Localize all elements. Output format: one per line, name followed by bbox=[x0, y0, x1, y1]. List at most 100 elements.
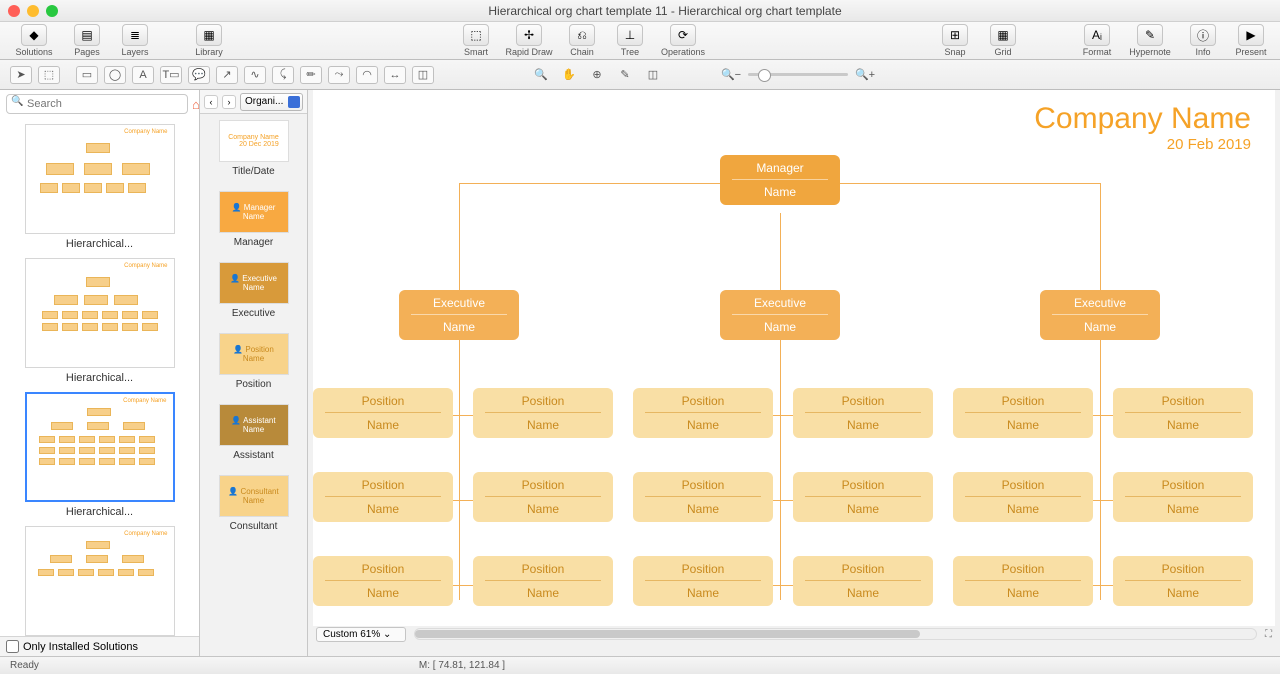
eraser-icon[interactable]: ◫ bbox=[642, 66, 664, 84]
shapes-panel: ‹ › Organi... Company Name20 Dec 2019 Ti… bbox=[200, 90, 308, 656]
tree-button[interactable]: ⊥Tree bbox=[607, 24, 653, 57]
template-thumb-3[interactable]: Company Name Hierarchical... bbox=[6, 392, 193, 518]
position-node[interactable]: PositionName bbox=[793, 388, 933, 438]
shape-position[interactable]: 👤 PositionName Position bbox=[204, 333, 303, 390]
canvas-area: Company Name 20 Feb 2019 ManagerNam bbox=[308, 90, 1280, 656]
lib-back-button[interactable]: ‹ bbox=[204, 95, 218, 109]
main-toolbar: ◆Solutions ▤Pages ≣Layers ▦Library ⬚Smar… bbox=[0, 22, 1280, 60]
position-node[interactable]: PositionName bbox=[1113, 556, 1253, 606]
secondary-toolbar: ➤ ⬚ ▭ ◯ A T▭ 💬 ↗ ∿ ⤹ ✏ ⤳ ◠ ↔ ◫ 🔍 ✋ ⊕ ✎ ◫… bbox=[0, 60, 1280, 90]
pages-button[interactable]: ▤Pages bbox=[64, 24, 110, 57]
zoom-icon[interactable] bbox=[46, 5, 58, 17]
marquee-tool[interactable]: ⬚ bbox=[38, 66, 60, 84]
hypernote-button[interactable]: ✎Hypernote bbox=[1122, 24, 1178, 57]
template-thumb-1[interactable]: Company Name Hierarchical... bbox=[6, 124, 193, 250]
position-node[interactable]: PositionName bbox=[313, 472, 453, 522]
zoom-tool-icon[interactable]: 🔍 bbox=[530, 66, 552, 84]
chart-date[interactable]: 20 Feb 2019 bbox=[1034, 136, 1251, 153]
position-node[interactable]: PositionName bbox=[953, 472, 1093, 522]
info-button[interactable]: ⓘInfo bbox=[1180, 24, 1226, 57]
present-button[interactable]: ▶Present bbox=[1228, 24, 1274, 57]
titlebar: Hierarchical org chart template 11 - Hie… bbox=[0, 0, 1280, 22]
search-input[interactable] bbox=[6, 94, 188, 114]
ellipse-tool[interactable]: ◯ bbox=[104, 66, 126, 84]
lib-selector[interactable]: Organi... bbox=[240, 93, 303, 111]
zoom-select[interactable]: Custom 61% ⌄ bbox=[316, 627, 406, 642]
status-coord: M: [ 74.81, 121.84 ] bbox=[419, 660, 505, 671]
stamp-tool-icon[interactable]: ⊕ bbox=[586, 66, 608, 84]
position-node[interactable]: PositionName bbox=[633, 556, 773, 606]
company-name[interactable]: Company Name bbox=[1034, 102, 1251, 136]
connector bbox=[459, 183, 460, 293]
line-tool[interactable]: ↗ bbox=[216, 66, 238, 84]
position-node[interactable]: PositionName bbox=[793, 556, 933, 606]
curve-tool[interactable]: ⤹ bbox=[272, 66, 294, 84]
shape-tool[interactable]: ◫ bbox=[412, 66, 434, 84]
position-node[interactable]: PositionName bbox=[313, 556, 453, 606]
operations-button[interactable]: ⟳Operations bbox=[655, 24, 711, 57]
shape-manager[interactable]: 👤 ManagerName Manager bbox=[204, 191, 303, 248]
executive-node[interactable]: ExecutiveName bbox=[720, 290, 840, 340]
position-node[interactable]: PositionName bbox=[793, 472, 933, 522]
zoom-in-icon[interactable]: 🔍+ bbox=[854, 66, 876, 84]
zoom-out-icon[interactable]: 🔍− bbox=[720, 66, 742, 84]
text-tool[interactable]: A bbox=[132, 66, 154, 84]
h-scrollbar[interactable] bbox=[414, 628, 1257, 640]
connector bbox=[780, 340, 781, 600]
window-controls bbox=[8, 5, 58, 17]
template-thumb-4[interactable]: Company Name Hierarchical... bbox=[6, 526, 193, 636]
shape-consultant[interactable]: 👤 ConsultantName Consultant bbox=[204, 475, 303, 532]
executive-node[interactable]: ExecutiveName bbox=[1040, 290, 1160, 340]
canvas[interactable]: Company Name 20 Feb 2019 ManagerNam bbox=[313, 90, 1275, 626]
brush-tool[interactable]: ✏ bbox=[300, 66, 322, 84]
position-node[interactable]: PositionName bbox=[473, 472, 613, 522]
shape-title-date[interactable]: Company Name20 Dec 2019 Title/Date bbox=[204, 120, 303, 177]
format-button[interactable]: AᵢFormat bbox=[1074, 24, 1120, 57]
callout-tool[interactable]: 💬 bbox=[188, 66, 210, 84]
minimize-icon[interactable] bbox=[27, 5, 39, 17]
dimension-tool[interactable]: ↔ bbox=[384, 66, 406, 84]
connector bbox=[459, 340, 460, 600]
shape-assistant[interactable]: 👤 AssistantName Assistant bbox=[204, 404, 303, 461]
snap-button[interactable]: ⊞Snap bbox=[932, 24, 978, 57]
freehand-tool[interactable]: ∿ bbox=[244, 66, 266, 84]
library-button[interactable]: ▦Library bbox=[186, 24, 232, 57]
textbox-tool[interactable]: T▭ bbox=[160, 66, 182, 84]
position-node[interactable]: PositionName bbox=[633, 472, 773, 522]
arc-tool[interactable]: ◠ bbox=[356, 66, 378, 84]
layers-button[interactable]: ≣Layers bbox=[112, 24, 158, 57]
eyedropper-icon[interactable]: ✎ bbox=[614, 66, 636, 84]
position-node[interactable]: PositionName bbox=[473, 388, 613, 438]
manager-node[interactable]: ManagerName bbox=[720, 155, 840, 205]
templates-panel: ⌂ Company Name Hierarchical... Company N… bbox=[0, 90, 200, 656]
position-node[interactable]: PositionName bbox=[473, 556, 613, 606]
position-node[interactable]: PositionName bbox=[953, 388, 1093, 438]
connector-tool[interactable]: ⤳ bbox=[328, 66, 350, 84]
zoom-slider[interactable] bbox=[748, 73, 848, 76]
chain-button[interactable]: ⎌Chain bbox=[559, 24, 605, 57]
connector bbox=[1100, 340, 1101, 600]
close-icon[interactable] bbox=[8, 5, 20, 17]
lib-fwd-button[interactable]: › bbox=[222, 95, 236, 109]
pan-tool-icon[interactable]: ✋ bbox=[558, 66, 580, 84]
template-thumb-2[interactable]: Company Name Hierarchical... bbox=[6, 258, 193, 384]
only-installed-row[interactable]: Only Installed Solutions bbox=[0, 636, 199, 656]
fit-icon[interactable]: ⛶ bbox=[1265, 629, 1272, 640]
only-installed-checkbox[interactable] bbox=[6, 640, 19, 653]
home-icon[interactable]: ⌂ bbox=[192, 97, 200, 112]
solutions-button[interactable]: ◆Solutions bbox=[6, 24, 62, 57]
position-node[interactable]: PositionName bbox=[1113, 388, 1253, 438]
shape-executive[interactable]: 👤 ExecutiveName Executive bbox=[204, 262, 303, 319]
pointer-tool[interactable]: ➤ bbox=[10, 66, 32, 84]
template-list: Company Name Hierarchical... Company Nam… bbox=[0, 118, 199, 636]
executive-node[interactable]: ExecutiveName bbox=[399, 290, 519, 340]
rect-tool[interactable]: ▭ bbox=[76, 66, 98, 84]
position-node[interactable]: PositionName bbox=[953, 556, 1093, 606]
smart-button[interactable]: ⬚Smart bbox=[453, 24, 499, 57]
grid-button[interactable]: ▦Grid bbox=[980, 24, 1026, 57]
statusbar: Ready M: [ 74.81, 121.84 ] bbox=[0, 656, 1280, 674]
position-node[interactable]: PositionName bbox=[313, 388, 453, 438]
position-node[interactable]: PositionName bbox=[1113, 472, 1253, 522]
position-node[interactable]: PositionName bbox=[633, 388, 773, 438]
rapid-draw-button[interactable]: ✢Rapid Draw bbox=[501, 24, 557, 57]
